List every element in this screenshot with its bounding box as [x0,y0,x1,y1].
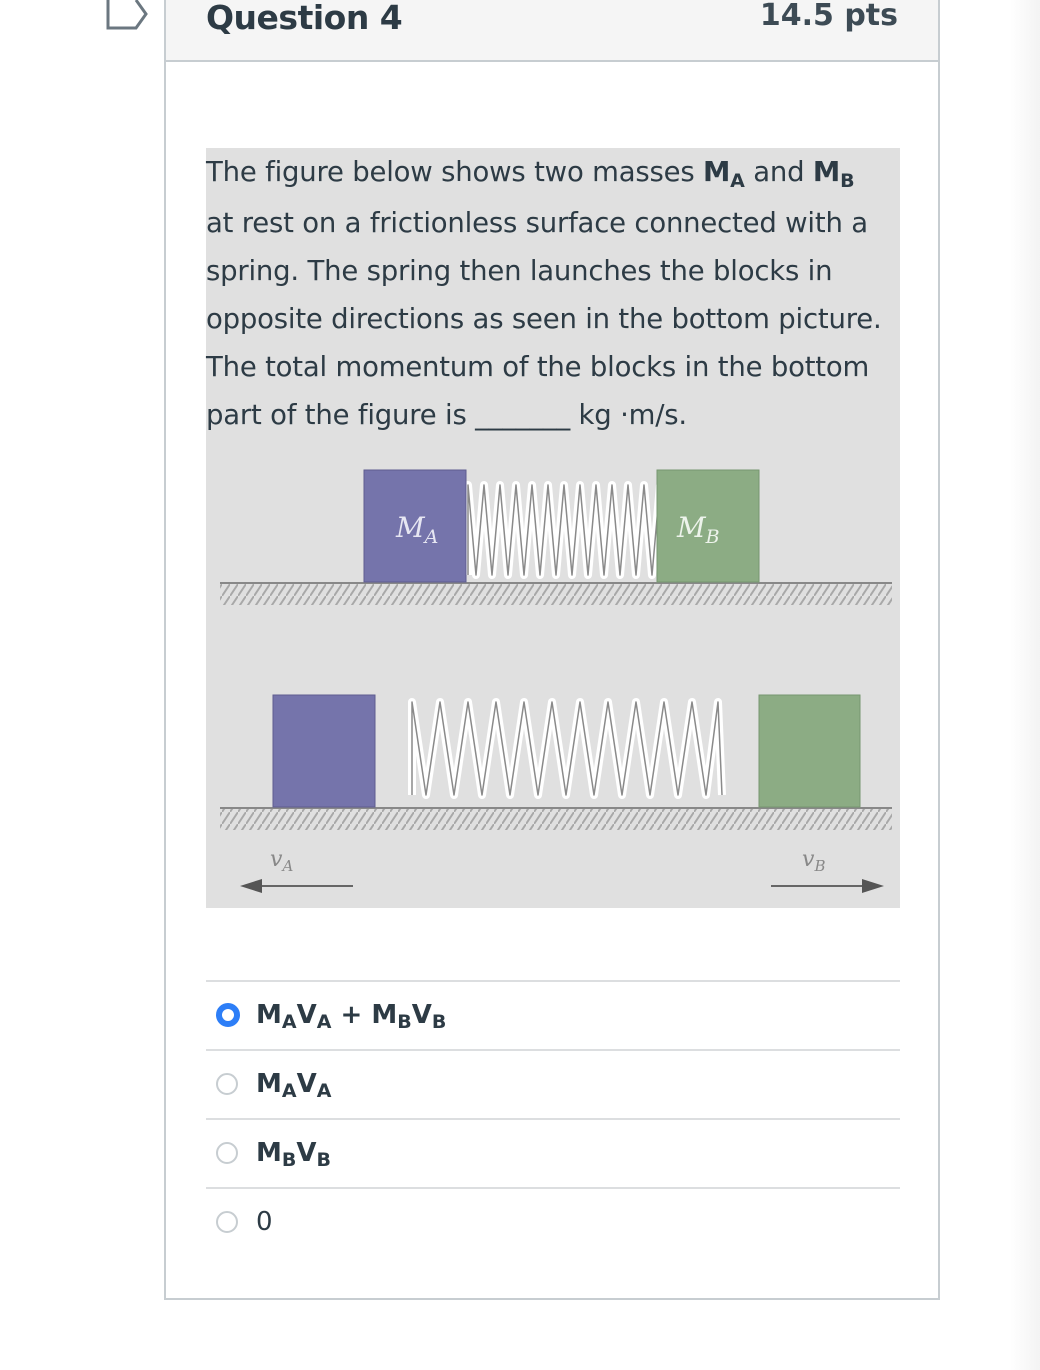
answer-label[interactable]: MBVB [256,1138,331,1171]
question-line: The total momentum of the blocks in the … [206,351,870,383]
top-spring [464,481,664,579]
question-title: Question 4 [206,0,403,37]
bottom-block-b [758,694,861,808]
question-text: The figure below shows two masses MA and… [206,148,900,439]
mass-a-term: MA [703,156,745,192]
answer-option-1[interactable]: MAVA + MBVB [206,980,900,1049]
answer-list: MAVA + MBVB MAVA MBVB 0 [206,980,900,1256]
velocity-a-arrowhead [240,879,262,893]
top-floor-hatch [220,583,892,605]
velocity-b-arrowhead [862,879,884,893]
page-scrollbar-gutter [1010,0,1040,1370]
bookmark-flag-icon[interactable] [106,0,148,30]
question-line: opposite directions as seen in the botto… [206,303,882,335]
velocity-b-label: vB [802,847,825,875]
spring-masses-figure: MA MB vA vB [220,469,892,893]
question-line: at rest on a frictionless surface connec… [206,207,868,239]
answer-blank: _______ [475,399,570,431]
answer-label[interactable]: MAVA [256,1069,331,1102]
answer-label[interactable]: 0 [256,1207,273,1237]
question-line: part of the figure is _______ kg ·m/s. [206,399,687,431]
answer-option-2[interactable]: MAVA [206,1049,900,1118]
bottom-block-a [272,694,376,808]
answer-option-3[interactable]: MBVB [206,1118,900,1187]
radio-unselected-icon[interactable] [216,1211,238,1233]
question-line: spring. The spring then launches the blo… [206,255,833,287]
velocity-a-label: vA [270,847,293,875]
question-points: 14.5 pts [759,0,898,33]
question-line: The figure below shows two masses MA and… [206,156,855,192]
radio-selected-icon[interactable] [216,1003,240,1027]
mass-b-term: MB [812,156,855,192]
radio-unselected-icon[interactable] [216,1073,238,1095]
radio-unselected-icon[interactable] [216,1142,238,1164]
answer-option-4[interactable]: 0 [206,1187,900,1256]
bottom-floor-hatch [220,808,892,830]
question-header: Question 4 14.5 pts [166,0,938,62]
answer-label[interactable]: MAVA + MBVB [256,1000,446,1033]
